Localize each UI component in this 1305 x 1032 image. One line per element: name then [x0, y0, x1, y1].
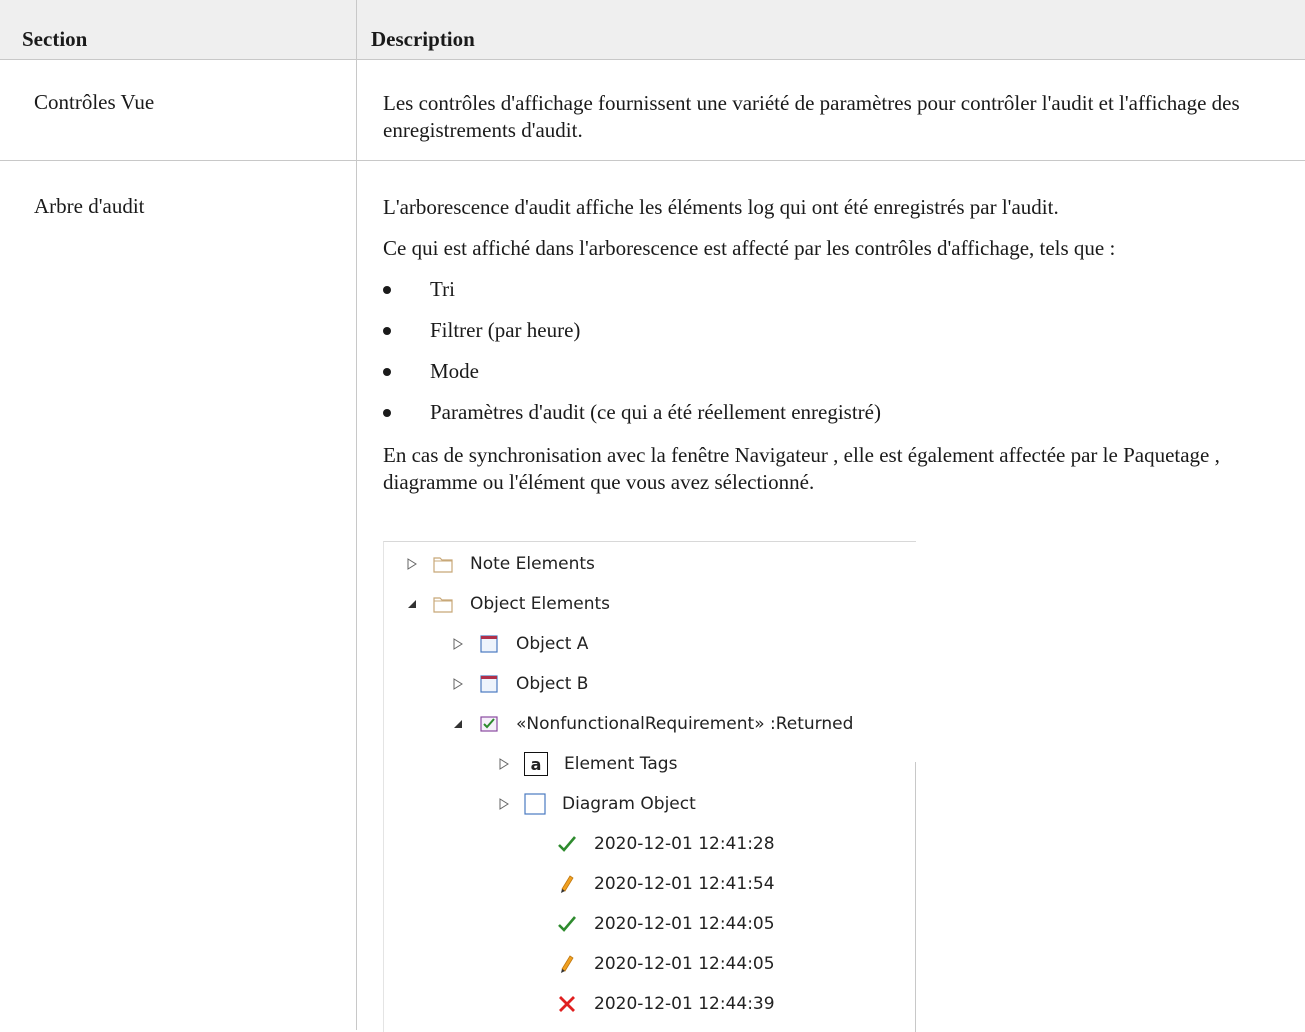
tree-item-label: Object B: [516, 674, 589, 694]
pencil-icon: [556, 873, 578, 895]
tree-item-object-elements[interactable]: Object Elements: [406, 589, 610, 619]
list-item: Paramètres d'audit (ce qui a été réellem…: [383, 399, 1283, 440]
collapse-triangle-icon[interactable]: [452, 718, 464, 730]
folder-icon: [432, 593, 454, 615]
tree-item-audit-entry[interactable]: 2020-12-01 12:44:39: [556, 989, 775, 1019]
expand-triangle-icon[interactable]: [498, 758, 510, 770]
pencil-icon: [556, 953, 578, 975]
tree-item-label: Note Elements: [470, 554, 595, 574]
tree-item-diagram-object[interactable]: Diagram Object: [498, 789, 696, 819]
list-item: Tri: [383, 276, 1283, 317]
tree-item-nonfunctional-requirement[interactable]: «NonfunctionalRequirement» :Returned: [452, 709, 853, 739]
column-divider: [356, 0, 357, 59]
tree-item-audit-entry[interactable]: 2020-12-01 12:41:54: [556, 869, 775, 899]
bullet-list: Tri Filtrer (par heure) Mode Paramètres …: [383, 276, 1283, 440]
description-text: Les contrôles d'affichage fournissent un…: [383, 91, 1240, 142]
tree-item-audit-entry[interactable]: 2020-12-01 12:44:05: [556, 949, 775, 979]
row-description: Les contrôles d'affichage fournissent un…: [383, 90, 1283, 158]
tree-item-label: Object A: [516, 634, 589, 654]
object-icon: [478, 633, 500, 655]
table-header: Section Description: [0, 0, 1305, 60]
tree-item-element-tags[interactable]: a Element Tags: [498, 749, 677, 779]
tree-item-note-elements[interactable]: Note Elements: [406, 549, 595, 579]
object-icon: [478, 673, 500, 695]
bullet-icon: [383, 286, 391, 294]
tree-item-label: Diagram Object: [562, 794, 696, 814]
tree-scrollbar: [915, 762, 916, 1032]
check-icon: [556, 833, 578, 855]
tag-glyph: a: [530, 754, 542, 774]
list-item: Filtrer (par heure): [383, 317, 1283, 358]
tree-item-label: 2020-12-01 12:41:54: [594, 874, 775, 894]
table-row: Contrôles Vue Les contrôles d'affichage …: [0, 60, 1305, 161]
tree-item-label: 2020-12-01 12:44:05: [594, 954, 775, 974]
tree-item-audit-entry[interactable]: 2020-12-01 12:41:28: [556, 829, 775, 859]
requirement-icon: [478, 713, 500, 735]
tree-item-label: 2020-12-01 12:44:05: [594, 914, 775, 934]
tree-item-object-b[interactable]: Object B: [452, 669, 588, 699]
list-item-text: Mode: [430, 359, 479, 383]
list-item-text: Filtrer (par heure): [430, 318, 581, 342]
expand-triangle-icon[interactable]: [498, 798, 510, 810]
header-description: Description: [371, 27, 475, 51]
tree-item-label: Object Elements: [470, 594, 611, 614]
expand-triangle-icon[interactable]: [452, 638, 464, 650]
cross-icon: [556, 993, 578, 1015]
list-item: Mode: [383, 358, 1283, 399]
tree-item-label: «NonfunctionalRequirement» :Returned: [516, 714, 854, 734]
bullet-icon: [383, 409, 391, 417]
tree-item-object-a[interactable]: Object A: [452, 629, 588, 659]
tree-item-label: 2020-12-01 12:44:39: [594, 994, 775, 1014]
folder-icon: [432, 553, 454, 575]
row-section-label: Arbre d'audit: [34, 194, 145, 218]
header-section: Section: [22, 27, 88, 51]
tag-icon: a: [524, 752, 548, 776]
row-section-label: Contrôles Vue: [34, 90, 155, 114]
documentation-table: Section Description Contrôles Vue Les co…: [0, 0, 1305, 1032]
list-item-text: Paramètres d'audit (ce qui a été réellem…: [430, 400, 881, 424]
check-icon: [556, 913, 578, 935]
description-paragraph: En cas de synchronisation avec la fenêtr…: [383, 443, 1220, 494]
expand-triangle-icon[interactable]: [452, 678, 464, 690]
description-paragraph: Ce qui est affiché dans l'arborescence e…: [383, 236, 1116, 260]
bullet-icon: [383, 368, 391, 376]
diagram-object-icon: [524, 793, 546, 815]
bullet-icon: [383, 327, 391, 335]
tree-item-label: 2020-12-01 12:41:28: [594, 834, 775, 854]
audit-tree: Note Elements Object Elements Object A O…: [383, 541, 916, 1032]
row-description: L'arborescence d'audit affiche les éléme…: [383, 194, 1283, 510]
tree-item-label: Element Tags: [564, 754, 678, 774]
description-paragraph: L'arborescence d'audit affiche les éléme…: [383, 195, 1059, 219]
collapse-triangle-icon[interactable]: [406, 598, 418, 610]
list-item-text: Tri: [430, 277, 455, 301]
expand-triangle-icon[interactable]: [406, 558, 418, 570]
tree-item-audit-entry[interactable]: 2020-12-01 12:44:05: [556, 909, 775, 939]
